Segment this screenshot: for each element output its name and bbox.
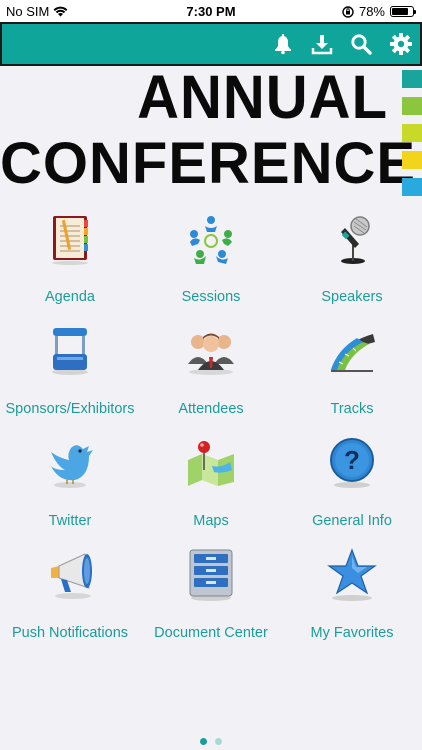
page-dot[interactable] <box>215 738 222 745</box>
menu-item-agenda[interactable]: Agenda <box>0 212 140 324</box>
status-bar: No SIM 7:30 PM 78% <box>0 0 422 22</box>
battery-icon <box>390 6 416 17</box>
star-icon <box>327 548 377 601</box>
conference-banner: ANNUAL CONFERENCE <box>0 66 422 198</box>
agenda-book-icon <box>52 216 88 265</box>
battery-percent: 78% <box>358 4 385 19</box>
menu-item-label: Attendees <box>178 401 244 417</box>
menu-item-label: Speakers <box>321 289 383 305</box>
settings-button[interactable] <box>388 31 414 57</box>
page-indicator[interactable] <box>0 738 422 745</box>
notifications-button[interactable] <box>270 31 296 57</box>
menu-item-label: Sponsors/Exhibitors <box>5 401 135 417</box>
tracks-road-icon <box>331 334 375 372</box>
menu-item-label: Tracks <box>330 401 374 417</box>
gear-icon <box>390 33 412 55</box>
menu-item-label: General Info <box>312 513 392 529</box>
menu-item-push-notifications[interactable]: Push Notifications <box>0 548 140 660</box>
top-toolbar <box>0 22 422 66</box>
download-icon <box>311 35 333 55</box>
menu-item-tracks[interactable]: Tracks <box>282 324 422 436</box>
menu-item-attendees[interactable]: Attendees <box>141 324 281 436</box>
menu-item-sponsors[interactable]: Sponsors/Exhibitors <box>0 324 140 436</box>
menu-item-general-info[interactable]: ? General Info <box>282 436 422 548</box>
question-icon: ? <box>330 438 374 488</box>
download-button[interactable] <box>309 31 335 57</box>
microphone-icon <box>341 216 370 264</box>
megaphone-icon <box>51 553 92 599</box>
menu-item-label: Agenda <box>45 289 95 305</box>
banner-line-2: CONFERENCE <box>0 131 417 196</box>
banner-stripe <box>402 97 422 115</box>
menu-item-maps[interactable]: Maps <box>141 436 281 548</box>
booth-icon <box>52 328 88 375</box>
menu-item-label: Twitter <box>48 513 92 529</box>
attendees-group-icon <box>188 333 234 375</box>
menu-item-my-favorites[interactable]: My Favorites <box>282 548 422 660</box>
banner-stripe <box>402 70 422 88</box>
banner-stripe <box>402 151 422 169</box>
menu-item-label: My Favorites <box>310 625 394 641</box>
banner-color-stripes <box>402 70 422 205</box>
banner-stripe <box>402 178 422 196</box>
menu-item-label: Maps <box>193 513 229 529</box>
menu-item-label: Sessions <box>181 289 241 305</box>
orientation-lock-icon <box>342 5 354 18</box>
battery-fill <box>392 8 408 15</box>
search-button[interactable] <box>348 31 374 57</box>
svg-text:?: ? <box>344 445 360 475</box>
menu-item-label: Document Center <box>154 625 268 641</box>
map-pin-icon <box>188 441 234 486</box>
sessions-people-circle-icon <box>190 216 232 264</box>
twitter-bird-icon <box>51 445 93 488</box>
file-cabinet-icon <box>189 549 233 601</box>
banner-line-1: ANNUAL <box>137 63 388 132</box>
menu-item-speakers[interactable]: Speakers <box>282 212 422 324</box>
menu-item-twitter[interactable]: Twitter <box>0 436 140 548</box>
banner-stripe <box>402 124 422 142</box>
page-dot[interactable] <box>200 738 207 745</box>
status-right: 78% <box>342 4 416 19</box>
bell-icon <box>275 34 291 55</box>
search-icon <box>351 34 372 55</box>
menu-item-document-center[interactable]: Document Center <box>141 548 281 660</box>
menu-item-label: Push Notifications <box>11 625 129 641</box>
menu-item-sessions[interactable]: Sessions <box>141 212 281 324</box>
